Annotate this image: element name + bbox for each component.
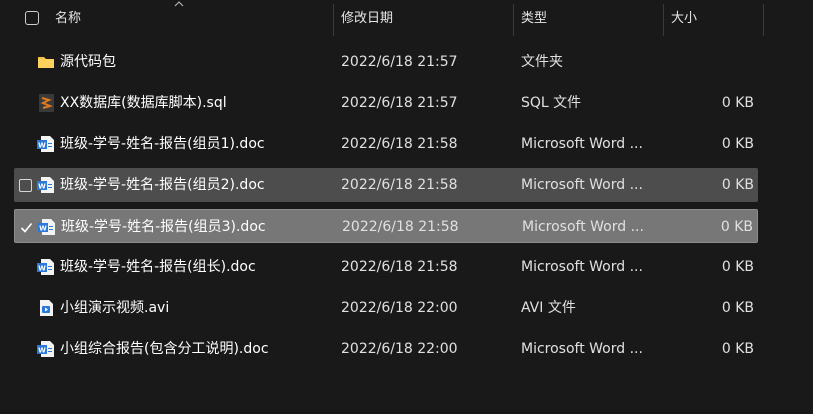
row-checkbox-checked[interactable] — [20, 221, 33, 234]
word-doc-icon: W — [37, 177, 54, 193]
list-item[interactable]: XX数据库(数据库脚本).sql 2022/6/18 21:57 SQL 文件 … — [14, 86, 758, 120]
list-item[interactable]: W 班级-学号-姓名-报告(组员1).doc 2022/6/18 21:58 M… — [14, 127, 758, 161]
file-size: 0 KB — [721, 300, 754, 316]
file-name: 源代码包 — [60, 54, 116, 70]
row-checkbox[interactable] — [19, 179, 32, 192]
file-name: 班级-学号-姓名-报告(组员2).doc — [60, 177, 265, 193]
column-divider[interactable] — [663, 4, 664, 36]
list-item[interactable]: W 班级-学号-姓名-报告(组员3).doc 2022/6/18 21:58 M… — [14, 209, 758, 243]
column-header-name[interactable]: 名称 — [55, 0, 81, 37]
file-type: 文件夹 — [521, 54, 563, 70]
column-header: 名称 修改日期 类型 大小 — [0, 0, 813, 37]
file-name: 班级-学号-姓名-报告(组长).doc — [60, 259, 256, 275]
file-date: 2022/6/18 21:58 — [341, 177, 458, 193]
file-type: SQL 文件 — [521, 95, 582, 111]
word-doc-icon: W — [37, 136, 54, 152]
file-type: Microsoft Word ... — [521, 341, 643, 357]
sql-file-icon — [39, 94, 54, 112]
file-size: 0 KB — [721, 341, 754, 357]
file-type: Microsoft Word ... — [522, 219, 644, 235]
file-size: 0 KB — [721, 259, 754, 275]
word-doc-icon: W — [37, 259, 54, 275]
file-type: AVI 文件 — [521, 300, 576, 316]
column-header-size[interactable]: 大小 — [671, 0, 697, 37]
column-header-type[interactable]: 类型 — [521, 0, 547, 37]
file-size: 0 KB — [721, 177, 754, 193]
file-size: 0 KB — [720, 219, 753, 235]
file-type: Microsoft Word ... — [521, 177, 643, 193]
select-all-checkbox[interactable] — [25, 11, 39, 25]
word-doc-icon: W — [37, 341, 54, 357]
file-date: 2022/6/18 21:57 — [341, 54, 458, 70]
file-date: 2022/6/18 22:00 — [341, 341, 458, 357]
column-divider[interactable] — [333, 4, 334, 36]
file-date: 2022/6/18 22:00 — [341, 300, 458, 316]
svg-text:W: W — [38, 265, 46, 273]
svg-text:W: W — [39, 225, 47, 233]
file-type: Microsoft Word ... — [521, 136, 643, 152]
list-item[interactable]: W 班级-学号-姓名-报告(组员2).doc 2022/6/18 21:58 M… — [14, 168, 758, 202]
file-name: 班级-学号-姓名-报告(组员1).doc — [60, 136, 265, 152]
list-item[interactable]: W 班级-学号-姓名-报告(组长).doc 2022/6/18 21:58 Mi… — [14, 250, 758, 284]
svg-text:W: W — [38, 183, 46, 191]
file-explorer: 名称 修改日期 类型 大小 源代码包 2022/6/18 21:57 文件夹 X… — [0, 0, 813, 414]
file-type: Microsoft Word ... — [521, 259, 643, 275]
list-item[interactable]: 源代码包 2022/6/18 21:57 文件夹 — [14, 45, 758, 79]
file-name: 班级-学号-姓名-报告(组员3).doc — [61, 219, 266, 235]
column-divider[interactable] — [763, 4, 764, 36]
list-item[interactable]: W 小组综合报告(包含分工说明).doc 2022/6/18 22:00 Mic… — [14, 332, 758, 366]
column-divider[interactable] — [513, 4, 514, 36]
file-name: 小组演示视频.avi — [60, 300, 170, 316]
file-date: 2022/6/18 21:58 — [341, 259, 458, 275]
list-item[interactable]: 小组演示视频.avi 2022/6/18 22:00 AVI 文件 0 KB — [14, 291, 758, 325]
file-date: 2022/6/18 21:58 — [342, 219, 459, 235]
file-date: 2022/6/18 21:57 — [341, 95, 458, 111]
video-file-icon — [40, 300, 53, 316]
word-doc-icon: W — [38, 219, 55, 235]
file-size: 0 KB — [721, 95, 754, 111]
file-name: 小组综合报告(包含分工说明).doc — [60, 341, 269, 357]
column-header-date-modified[interactable]: 修改日期 — [341, 0, 393, 37]
svg-text:W: W — [38, 347, 46, 355]
sort-ascending-icon — [174, 1, 184, 7]
file-size: 0 KB — [721, 136, 754, 152]
file-name: XX数据库(数据库脚本).sql — [60, 95, 227, 111]
file-date: 2022/6/18 21:58 — [341, 136, 458, 152]
folder-icon — [38, 57, 54, 68]
svg-text:W: W — [38, 142, 46, 150]
